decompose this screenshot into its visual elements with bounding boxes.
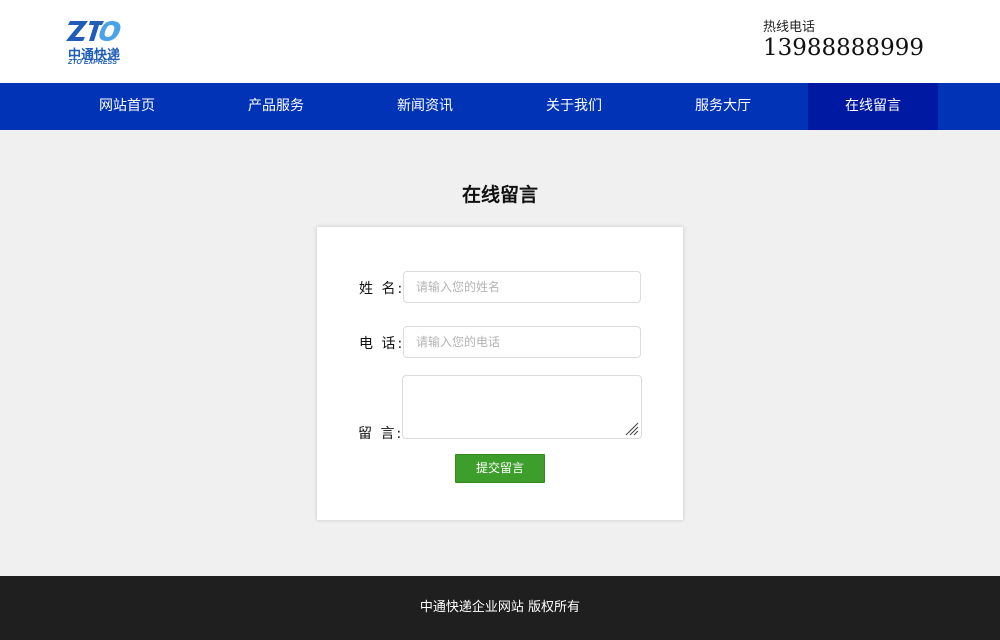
nav-item-home[interactable]: 网站首页 — [62, 83, 192, 130]
nav-item-online-message[interactable]: 在线留言 — [808, 83, 938, 130]
message-label: 留 言: — [358, 426, 404, 442]
nav-item-news[interactable]: 新闻资讯 — [360, 83, 490, 130]
brand-name-en: ZTO EXPRESS — [68, 59, 117, 66]
nav-item-products[interactable]: 产品服务 — [211, 83, 341, 130]
hotline: 热线电话 13988888999 — [763, 20, 924, 60]
name-label: 姓 名: — [359, 281, 405, 297]
name-input[interactable] — [403, 271, 641, 303]
main-nav: 网站首页 产品服务 新闻资讯 关于我们 服务大厅 在线留言 — [0, 83, 1000, 130]
submit-button[interactable]: 提交留言 — [455, 454, 545, 483]
nav-item-about[interactable]: 关于我们 — [509, 83, 639, 130]
phone-input[interactable] — [403, 326, 641, 358]
hotline-number: 13988888999 — [763, 35, 924, 61]
resize-grip-icon[interactable] — [623, 420, 639, 436]
zto-logo-mark — [66, 21, 121, 41]
message-textarea[interactable] — [402, 375, 642, 439]
hotline-label: 热线电话 — [763, 20, 816, 35]
copyright-text: 中通快递企业网站 版权所有 — [419, 600, 581, 615]
zto-logo[interactable]: 中通快递 ZTO EXPRESS — [66, 20, 126, 68]
site-header: 中通快递 ZTO EXPRESS 热线电话 13988888999 — [0, 0, 1000, 83]
page-title: 在线留言 — [461, 184, 538, 206]
nav-item-service-hall[interactable]: 服务大厅 — [658, 83, 788, 130]
phone-label: 电 话: — [359, 336, 405, 352]
site-footer: 中通快递企业网站 版权所有 — [0, 576, 1000, 640]
message-form: 姓 名: 电 话: 留 言: 提交留言 — [317, 227, 683, 520]
